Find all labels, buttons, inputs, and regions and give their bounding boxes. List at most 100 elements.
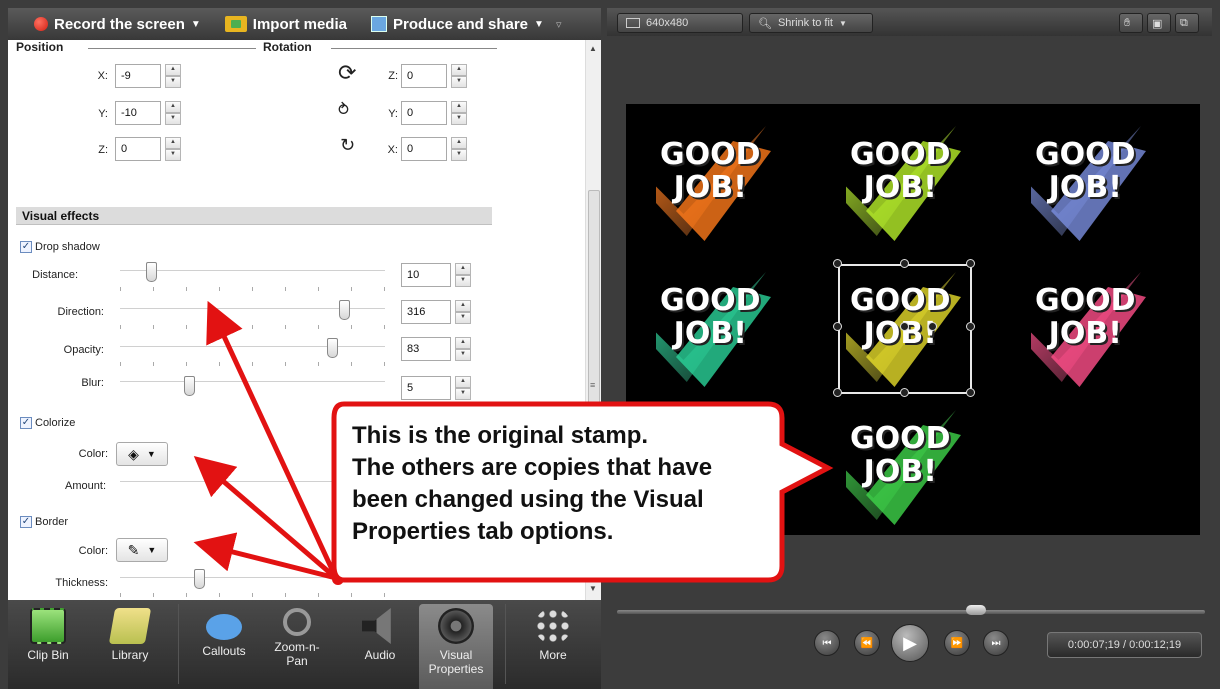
fit-button[interactable]: ▣ [1147, 13, 1171, 33]
direction-input[interactable]: 316 [401, 300, 451, 324]
opacity-label: Opacity: [63, 344, 104, 356]
good-job-stamp[interactable]: GOOD JOB! [1021, 116, 1151, 246]
tab-more[interactable]: More [518, 604, 588, 689]
spin-up-icon[interactable]: ▲ [455, 337, 471, 349]
spin-down-icon[interactable]: ▼ [451, 76, 467, 88]
good-job-stamp[interactable]: GOOD JOB! [1021, 262, 1151, 392]
thickness-slider-thumb[interactable] [194, 569, 206, 589]
position-x-stepper[interactable]: -9 ▲ ▼ [115, 64, 181, 88]
tab-label: More [539, 648, 567, 662]
resize-handle[interactable] [833, 259, 842, 268]
border-checkbox[interactable]: ✓ Border [20, 516, 68, 528]
stamp-text-line: JOB! [673, 170, 747, 205]
spin-up-icon[interactable]: ▲ [165, 101, 181, 113]
tab-library[interactable]: Library [96, 604, 164, 689]
rotation-x-input[interactable]: 0 [401, 137, 447, 161]
distance-slider[interactable] [120, 270, 385, 272]
direction-stepper[interactable]: 316 ▲ ▼ [401, 300, 471, 324]
good-job-stamp[interactable]: GOOD JOB! [646, 262, 776, 392]
spin-up-icon[interactable]: ▲ [451, 137, 467, 149]
tab-clip-bin[interactable]: Clip Bin [14, 604, 82, 689]
distance-slider-thumb[interactable] [145, 262, 157, 282]
tab-visual-properties[interactable]: Visual Properties [419, 604, 493, 689]
position-z-label: Z: [98, 144, 108, 156]
chevron-down-icon: ▼ [839, 18, 847, 28]
skip-start-button[interactable]: ⏮ [814, 630, 840, 656]
resize-handle[interactable] [966, 259, 975, 268]
border-color-picker[interactable]: ✎ ▼ [116, 538, 168, 562]
spin-down-icon[interactable]: ▼ [455, 312, 471, 324]
resize-handle[interactable] [928, 322, 937, 331]
rotation-z-input[interactable]: 0 [401, 64, 447, 88]
tab-audio[interactable]: Audio [348, 604, 412, 689]
good-job-stamp[interactable]: GOOD JOB! [836, 400, 966, 530]
resize-handle[interactable] [833, 322, 842, 331]
distance-stepper[interactable]: 10 ▲ ▼ [401, 263, 471, 287]
zoom-label: Shrink to fit [777, 17, 833, 29]
toolbar-overflow-icon[interactable]: ▿ [556, 18, 562, 31]
resize-handle[interactable] [900, 322, 909, 331]
record-screen-menu[interactable]: Record the screen ▼ [34, 16, 201, 33]
spin-down-icon[interactable]: ▼ [455, 349, 471, 361]
position-z-input[interactable]: 0 [115, 137, 161, 161]
position-x-input[interactable]: -9 [115, 64, 161, 88]
resize-handle[interactable] [966, 322, 975, 331]
position-y-stepper[interactable]: -10 ▲ ▼ [115, 101, 181, 125]
detach-button[interactable]: ⧉ [1175, 13, 1199, 33]
scroll-up-icon[interactable]: ▲ [589, 44, 597, 53]
rotation-z-stepper[interactable]: 0 ▲ ▼ [401, 64, 467, 88]
resize-handle[interactable] [966, 388, 975, 397]
playback-scrubber[interactable] [607, 598, 1212, 618]
stamp-text-line: JOB! [863, 170, 937, 205]
spin-up-icon[interactable]: ▲ [451, 101, 467, 113]
position-z-stepper[interactable]: 0 ▲ ▼ [115, 137, 181, 161]
scrubber-track[interactable] [617, 610, 1205, 614]
import-media-button[interactable]: Import media [224, 16, 347, 33]
spin-up-icon[interactable]: ▲ [165, 64, 181, 76]
canvas-size-button[interactable]: 640x480 [617, 13, 743, 33]
fast-forward-button[interactable]: ⏩ [944, 630, 970, 656]
zoom-dropdown[interactable]: 🔍︎ Shrink to fit ▼ [749, 13, 873, 33]
hand-tool-button[interactable]: ✋︎ [1119, 13, 1143, 33]
blur-slider[interactable] [120, 381, 385, 383]
opacity-slider[interactable] [120, 346, 385, 348]
paint-bucket-icon: ◈ [128, 445, 139, 462]
tab-zoom-n-pan[interactable]: Zoom-n-Pan [262, 604, 332, 689]
spin-up-icon[interactable]: ▲ [455, 300, 471, 312]
direction-slider-thumb[interactable] [339, 300, 351, 320]
drop-shadow-checkbox[interactable]: ✓ Drop shadow [20, 241, 100, 253]
produce-share-menu[interactable]: Produce and share ▼ [370, 16, 544, 33]
blur-slider-thumb[interactable] [183, 376, 195, 396]
spin-down-icon[interactable]: ▼ [165, 76, 181, 88]
spin-up-icon[interactable]: ▲ [455, 263, 471, 275]
scrollbar-thumb[interactable] [588, 190, 600, 430]
play-button[interactable]: ▶ [891, 624, 929, 662]
spin-down-icon[interactable]: ▼ [451, 113, 467, 125]
good-job-stamp[interactable]: GOOD JOB! [836, 116, 966, 246]
resize-handle[interactable] [900, 259, 909, 268]
spin-up-icon[interactable]: ▲ [165, 137, 181, 149]
spin-down-icon[interactable]: ▼ [455, 275, 471, 287]
tab-callouts[interactable]: Callouts [190, 604, 258, 689]
position-y-input[interactable]: -10 [115, 101, 161, 125]
scrubber-thumb[interactable] [965, 605, 986, 615]
rotation-y-input[interactable]: 0 [401, 101, 447, 125]
good-job-stamp[interactable]: GOOD JOB! [646, 116, 776, 246]
opacity-stepper[interactable]: 83 ▲ ▼ [401, 337, 471, 361]
tab-label: Clip Bin [27, 648, 69, 662]
spin-up-icon[interactable]: ▲ [451, 64, 467, 76]
spin-down-icon[interactable]: ▼ [165, 113, 181, 125]
rewind-button[interactable]: ⏪ [854, 630, 880, 656]
skip-end-button[interactable]: ⏭ [983, 630, 1009, 656]
rotation-y-stepper[interactable]: 0 ▲ ▼ [401, 101, 467, 125]
spin-down-icon[interactable]: ▼ [451, 149, 467, 161]
spin-down-icon[interactable]: ▼ [165, 149, 181, 161]
spin-up-icon[interactable]: ▲ [455, 376, 471, 388]
rotation-x-stepper[interactable]: 0 ▲ ▼ [401, 137, 467, 161]
opacity-input[interactable]: 83 [401, 337, 451, 361]
colorize-checkbox[interactable]: ✓ Colorize [20, 417, 75, 429]
opacity-slider-thumb[interactable] [326, 338, 338, 358]
colorize-color-picker[interactable]: ◈ ▼ [116, 442, 168, 466]
resize-handle[interactable] [900, 388, 909, 397]
distance-input[interactable]: 10 [401, 263, 451, 287]
